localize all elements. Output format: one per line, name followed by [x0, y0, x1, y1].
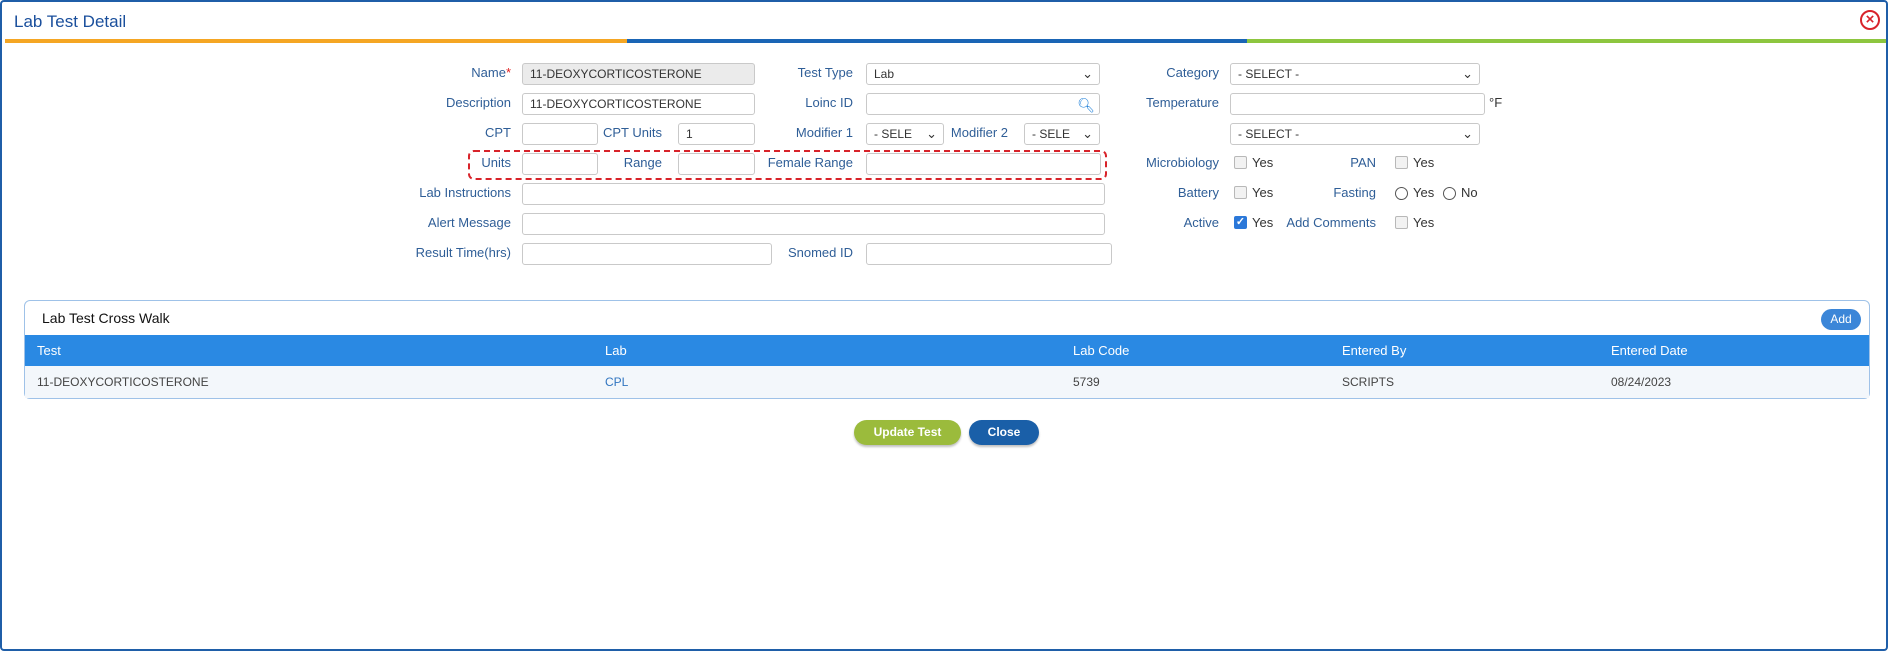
- title-bar: Lab Test Detail ×: [2, 2, 1886, 40]
- microbiology-option: Yes: [1252, 155, 1274, 170]
- battery-label: Battery: [1177, 185, 1219, 200]
- description-field[interactable]: 11-DEOXYCORTICOSTERONE: [522, 93, 755, 115]
- female-range-field[interactable]: [866, 153, 1101, 175]
- pan-checkbox[interactable]: [1395, 156, 1408, 169]
- accent-bar-blue: [627, 39, 1247, 43]
- column-header-lab-code[interactable]: Lab Code: [1073, 343, 1129, 358]
- test-type-label: Test Type: [797, 65, 853, 80]
- units-label: Units: [481, 155, 511, 170]
- chevron-down-icon: ⌄: [1082, 66, 1093, 81]
- add-comments-checkbox[interactable]: [1395, 216, 1408, 229]
- units-field[interactable]: [522, 153, 598, 175]
- fasting-no-option: No: [1461, 185, 1478, 200]
- battery-option: Yes: [1252, 185, 1274, 200]
- modifier1-select[interactable]: - SELE ⌄: [866, 123, 944, 145]
- pan-option: Yes: [1413, 155, 1435, 170]
- column-header-test[interactable]: Test: [37, 343, 61, 358]
- female-range-label: Female Range: [767, 155, 853, 170]
- close-button[interactable]: Close: [969, 420, 1039, 445]
- pan-label: PAN: [1350, 155, 1376, 170]
- result-time-field[interactable]: [522, 243, 772, 265]
- chevron-down-icon: ⌄: [1082, 126, 1093, 141]
- fasting-label: Fasting: [1333, 185, 1376, 200]
- snomed-id-label: Snomed ID: [787, 245, 853, 260]
- table-row[interactable]: 11-DEOXYCORTICOSTERONE CPL 5739 SCRIPTS …: [25, 366, 1869, 398]
- lab-instructions-field[interactable]: [522, 183, 1105, 205]
- add-comments-option: Yes: [1413, 215, 1435, 230]
- accent-bar-orange: [5, 39, 627, 43]
- temperature-type-value: - SELECT -: [1238, 127, 1300, 141]
- chevron-down-icon: ⌄: [1462, 66, 1473, 81]
- update-test-button[interactable]: Update Test: [854, 420, 961, 445]
- name-field[interactable]: 11-DEOXYCORTICOSTERONE: [522, 63, 755, 85]
- column-header-lab[interactable]: Lab: [605, 343, 627, 358]
- microbiology-checkbox[interactable]: [1234, 156, 1247, 169]
- temperature-field[interactable]: [1230, 93, 1485, 115]
- chevron-down-icon: ⌄: [1462, 126, 1473, 141]
- chevron-down-icon: ⌄: [926, 126, 937, 141]
- temperature-unit: °F: [1489, 95, 1503, 110]
- description-label: Description: [445, 95, 511, 110]
- category-value: - SELECT -: [1238, 67, 1300, 81]
- microbiology-label: Microbiology: [1146, 155, 1219, 170]
- cpt-field[interactable]: [522, 123, 598, 145]
- cross-walk-title: Lab Test Cross Walk: [42, 310, 170, 326]
- cpt-label: CPT: [485, 125, 511, 140]
- cell-test: 11-DEOXYCORTICOSTERONE: [37, 375, 209, 389]
- fasting-no-radio[interactable]: [1443, 187, 1456, 200]
- test-type-value: Lab: [874, 67, 895, 81]
- active-checkbox[interactable]: ✓: [1234, 216, 1247, 229]
- cell-lab-link[interactable]: CPL: [605, 375, 628, 389]
- modifier2-value: - SELE: [1032, 127, 1071, 141]
- loinc-id-field[interactable]: 🔍︎: [866, 93, 1100, 115]
- search-icon[interactable]: 🔍︎: [1077, 95, 1095, 115]
- close-icon[interactable]: ×: [1860, 10, 1880, 30]
- alert-message-field[interactable]: [522, 213, 1105, 235]
- modifier2-select[interactable]: - SELE ⌄: [1024, 123, 1100, 145]
- name-label: Name*: [471, 65, 511, 80]
- dialog-title: Lab Test Detail: [14, 12, 127, 31]
- modifier2-label: Modifier 2: [950, 125, 1008, 140]
- fasting-yes-radio[interactable]: [1395, 187, 1408, 200]
- active-label: Active: [1183, 215, 1219, 230]
- test-type-select[interactable]: Lab ⌄: [866, 63, 1100, 85]
- snomed-id-field[interactable]: [866, 243, 1112, 265]
- temperature-type-select[interactable]: - SELECT - ⌄: [1230, 123, 1480, 145]
- accent-bar-green: [1247, 39, 1886, 43]
- range-field[interactable]: [678, 153, 755, 175]
- loinc-id-label: Loinc ID: [805, 95, 853, 110]
- lab-instructions-label: Lab Instructions: [419, 185, 511, 200]
- add-button[interactable]: Add: [1821, 309, 1861, 330]
- modifier1-value: - SELE: [874, 127, 913, 141]
- battery-checkbox[interactable]: [1234, 186, 1247, 199]
- category-label: Category: [1166, 65, 1219, 80]
- cell-entered-date: 08/24/2023: [1611, 375, 1672, 389]
- result-time-label: Result Time(hrs): [415, 245, 511, 260]
- add-comments-label: Add Comments: [1286, 215, 1376, 230]
- active-option: Yes: [1252, 215, 1274, 230]
- range-label: Range: [623, 155, 662, 170]
- lab-test-detail-dialog: Lab Test Detail × Name* 11-DEOXYCORTICOS…: [0, 0, 1888, 651]
- cross-walk-panel: Lab Test Cross Walk Add Test Lab Lab Cod…: [24, 300, 1870, 399]
- modifier1-label: Modifier 1: [795, 125, 853, 140]
- table-header: Test Lab Lab Code Entered By Entered Dat…: [25, 335, 1869, 366]
- column-header-entered-by[interactable]: Entered By: [1342, 343, 1406, 358]
- column-header-entered-date[interactable]: Entered Date: [1611, 343, 1688, 358]
- category-select[interactable]: - SELECT - ⌄: [1230, 63, 1480, 85]
- alert-message-label: Alert Message: [427, 215, 511, 230]
- cell-lab-code: 5739: [1073, 375, 1100, 389]
- fasting-yes-option: Yes: [1413, 185, 1435, 200]
- cpt-units-label: CPT Units: [603, 125, 662, 140]
- cell-entered-by: SCRIPTS: [1342, 375, 1395, 389]
- cpt-units-field[interactable]: 1: [678, 123, 755, 145]
- temperature-label: Temperature: [1146, 95, 1219, 110]
